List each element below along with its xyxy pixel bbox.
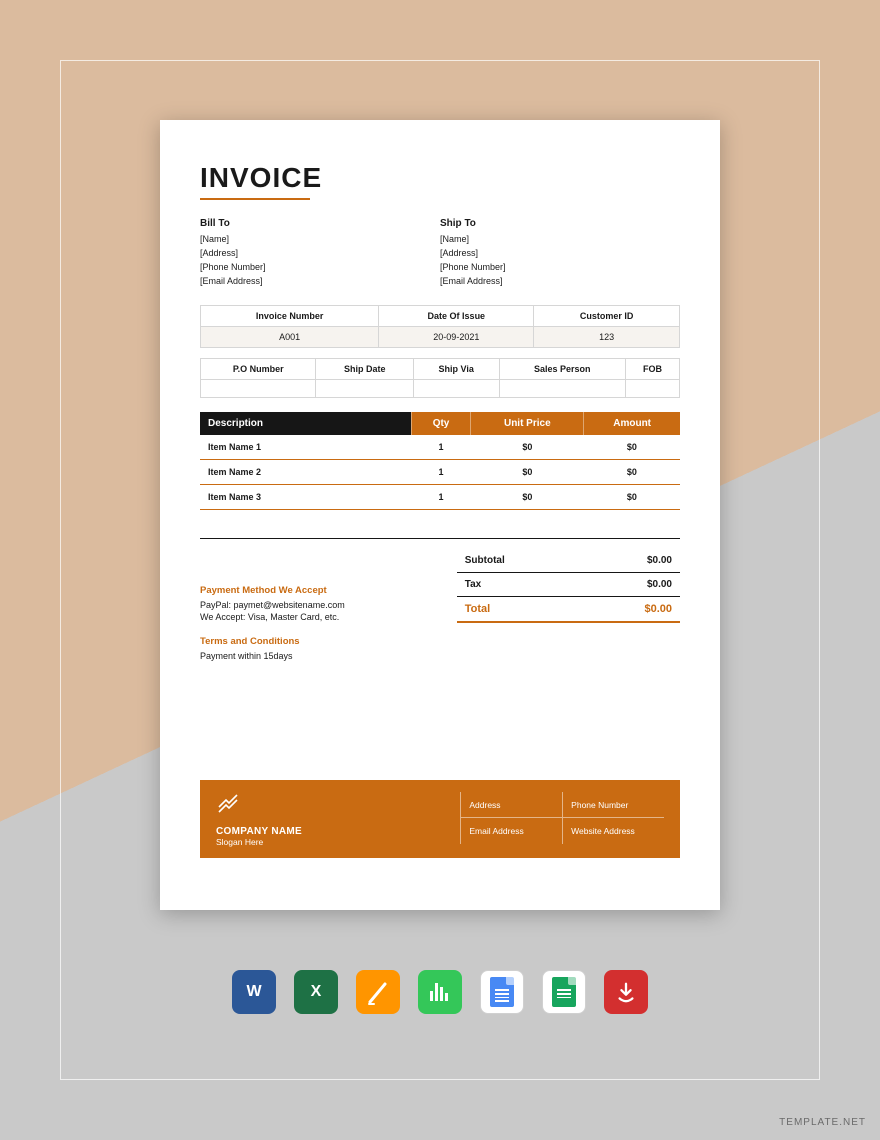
item-qty: 1: [411, 435, 471, 460]
item-qty: 1: [411, 459, 471, 484]
ship-to-name: [Name]: [440, 233, 680, 247]
ship-to-email: [Email Address]: [440, 275, 680, 289]
bill-to-label: Bill To: [200, 218, 440, 229]
po-number-value: [201, 379, 316, 397]
totals-table: Subtotal $0.00 Tax $0.00 Total $0.00: [457, 549, 680, 623]
ship-to-block: Ship To [Name] [Address] [Phone Number] …: [440, 218, 680, 289]
excel-icon[interactable]: X: [294, 970, 338, 1014]
col-unit-price: Unit Price: [471, 412, 584, 435]
table-row: Item Name 1 1 $0 $0: [200, 435, 680, 460]
fob-value: [625, 379, 679, 397]
meta-date-value: 20-09-2021: [379, 326, 534, 347]
format-icons-row: W X: [232, 970, 648, 1014]
terms-heading: Terms and Conditions: [200, 636, 457, 647]
invoice-document: INVOICE Bill To [Name] [Address] [Phone …: [160, 120, 720, 910]
item-amount: $0: [584, 484, 680, 509]
shipping-meta-table: P.O Number Ship Date Ship Via Sales Pers…: [200, 358, 680, 398]
company-footer: COMPANY NAME Slogan Here Address Phone N…: [200, 780, 680, 858]
footer-phone-label: Phone Number: [562, 792, 664, 818]
sales-person-value: [499, 379, 625, 397]
meta-date-label: Date Of Issue: [379, 305, 534, 326]
table-row: Item Name 2 1 $0 $0: [200, 459, 680, 484]
item-amount: $0: [584, 459, 680, 484]
footer-email-label: Email Address: [460, 818, 562, 844]
invoice-meta-table: Invoice Number Date Of Issue Customer ID…: [200, 305, 680, 348]
google-docs-icon[interactable]: [480, 970, 524, 1014]
total-label: Total: [457, 596, 582, 622]
totals-block: Subtotal $0.00 Tax $0.00 Total $0.00: [457, 549, 680, 663]
total-value: $0.00: [582, 596, 680, 622]
meta-invoice-number-label: Invoice Number: [201, 305, 379, 326]
page-title: INVOICE: [200, 162, 680, 194]
item-unit: $0: [471, 484, 584, 509]
payment-terms-block: Payment Method We Accept PayPal: paymet@…: [200, 549, 457, 663]
bill-to-block: Bill To [Name] [Address] [Phone Number] …: [200, 218, 440, 289]
watermark-text: TEMPLATE.NET: [779, 1117, 866, 1128]
col-description: Description: [200, 412, 411, 435]
google-sheets-icon[interactable]: [542, 970, 586, 1014]
pdf-icon[interactable]: [604, 970, 648, 1014]
ship-via-label: Ship Via: [413, 358, 499, 379]
col-qty: Qty: [411, 412, 471, 435]
bill-to-email: [Email Address]: [200, 275, 440, 289]
company-logo-icon: [216, 792, 460, 818]
sheet-file-icon: [552, 977, 576, 1007]
item-desc: Item Name 1: [200, 435, 411, 460]
payment-line1: PayPal: paymet@websitename.com: [200, 599, 457, 612]
fob-label: FOB: [625, 358, 679, 379]
company-name: COMPANY NAME: [216, 826, 460, 837]
item-unit: $0: [471, 435, 584, 460]
ship-to-phone: [Phone Number]: [440, 261, 680, 275]
ship-date-value: [316, 379, 413, 397]
item-unit: $0: [471, 459, 584, 484]
meta-customer-id-value: 123: [534, 326, 680, 347]
item-desc: Item Name 2: [200, 459, 411, 484]
below-items: Payment Method We Accept PayPal: paymet@…: [200, 549, 680, 663]
item-amount: $0: [584, 435, 680, 460]
meta-customer-id-label: Customer ID: [534, 305, 680, 326]
pages-icon[interactable]: [356, 970, 400, 1014]
bill-to-name: [Name]: [200, 233, 440, 247]
company-slogan: Slogan Here: [216, 837, 460, 847]
ship-via-value: [413, 379, 499, 397]
table-row: Item Name 3 1 $0 $0: [200, 484, 680, 509]
item-desc: Item Name 3: [200, 484, 411, 509]
col-amount: Amount: [584, 412, 680, 435]
po-number-label: P.O Number: [201, 358, 316, 379]
footer-website-label: Website Address: [562, 818, 664, 844]
line-items-table: Description Qty Unit Price Amount Item N…: [200, 412, 680, 510]
numbers-icon[interactable]: [418, 970, 462, 1014]
payment-line2: We Accept: Visa, Master Card, etc.: [200, 611, 457, 624]
terms-text: Payment within 15days: [200, 650, 457, 663]
footer-address-label: Address: [460, 792, 562, 818]
subtotal-label: Subtotal: [457, 549, 582, 573]
subtotal-value: $0.00: [582, 549, 680, 573]
word-icon[interactable]: W: [232, 970, 276, 1014]
ship-to-address: [Address]: [440, 247, 680, 261]
address-columns: Bill To [Name] [Address] [Phone Number] …: [200, 218, 680, 289]
tax-value: $0.00: [582, 572, 680, 596]
bars-icon: [430, 983, 450, 1001]
payment-method-heading: Payment Method We Accept: [200, 585, 457, 596]
sales-person-label: Sales Person: [499, 358, 625, 379]
tax-label: Tax: [457, 572, 582, 596]
item-qty: 1: [411, 484, 471, 509]
doc-file-icon: [490, 977, 514, 1007]
items-separator: [200, 538, 680, 539]
ship-to-label: Ship To: [440, 218, 680, 229]
bill-to-phone: [Phone Number]: [200, 261, 440, 275]
bill-to-address: [Address]: [200, 247, 440, 261]
title-underline: [200, 198, 310, 200]
meta-invoice-number-value: A001: [201, 326, 379, 347]
ship-date-label: Ship Date: [316, 358, 413, 379]
